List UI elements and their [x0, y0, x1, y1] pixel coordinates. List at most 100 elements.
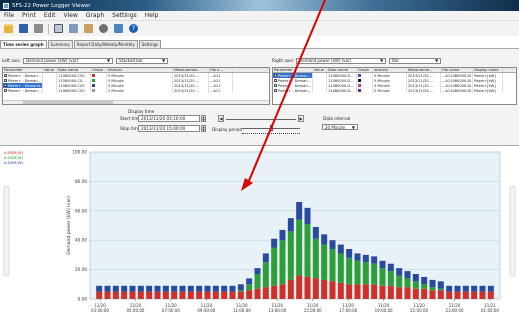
time-slider-track[interactable] — [226, 119, 296, 120]
bar-segment — [254, 288, 261, 299]
col-value[interactable]: Value — [43, 68, 57, 72]
period-slider-thumb[interactable] — [270, 125, 273, 131]
print-icon[interactable] — [33, 23, 44, 34]
menu-help[interactable]: Help — [145, 12, 159, 19]
graph-color-cell[interactable] — [357, 88, 373, 93]
checkbox[interactable] — [274, 89, 277, 92]
start-time-spinner[interactable]: ▲ ▼ — [201, 115, 206, 122]
bar-segment — [421, 284, 428, 289]
start-time-field[interactable]: 2013/11/20 05:10:00 — [138, 115, 200, 122]
col-interval[interactable]: Interval — [373, 68, 407, 72]
table-row[interactable]: Pdem+ : Deman... 11080000.D... 5 Minute 201… — [273, 88, 516, 93]
col-display-name[interactable]: Display name — [473, 68, 503, 72]
bar-segment — [287, 231, 294, 280]
scrollbar-thumb[interactable] — [23, 101, 113, 104]
menu-edit[interactable]: Edit — [44, 12, 56, 19]
tab-time-series-graph[interactable]: Time series graph — [0, 40, 47, 48]
param-cell: Pdem+ : Deman... — [273, 88, 313, 93]
col-parameter[interactable]: Parameter — [3, 68, 43, 72]
col-graph[interactable]: Graph — [357, 68, 373, 72]
bar-segment — [246, 290, 253, 299]
bar-segment — [179, 285, 186, 292]
print-preview-icon[interactable] — [53, 23, 64, 34]
horizontal-scrollbar[interactable] — [3, 100, 269, 104]
col-data-name[interactable]: Data name — [57, 68, 91, 72]
checkbox[interactable] — [274, 74, 277, 77]
left-axis-style-select[interactable]: Stacked bar ▼ — [116, 57, 169, 64]
settings-icon[interactable] — [98, 23, 109, 34]
menu-print[interactable]: Print — [22, 12, 36, 19]
data-interval-select[interactable]: 20 Minute ▼ — [322, 124, 358, 130]
demand-power-chart[interactable]: 0.00 20.00 40.00 60.00 80.00 100.00 Demand pow… — [0, 146, 519, 324]
bar-segment — [404, 287, 411, 299]
color-swatch — [358, 74, 361, 77]
copy-icon[interactable] — [68, 23, 79, 34]
export-icon[interactable] — [113, 23, 124, 34]
col-file-name[interactable]: File n... — [209, 68, 233, 72]
menu-settings[interactable]: Settings — [112, 12, 137, 19]
menu-graph[interactable]: Graph — [86, 12, 104, 19]
col-measurement[interactable]: Measuremen... — [173, 68, 209, 72]
col-data-name[interactable]: Data name — [327, 68, 357, 72]
save-icon[interactable] — [18, 23, 29, 34]
checkbox[interactable] — [274, 84, 277, 87]
stop-time-spinner[interactable]: ▲ ▼ — [201, 125, 206, 132]
tab-summary[interactable]: Summary — [47, 40, 73, 48]
open-folder-icon[interactable] — [3, 23, 14, 34]
tab-report[interactable]: Report Daily/Weekly/Monthly — [73, 40, 138, 48]
menu-file[interactable]: File — [4, 12, 14, 19]
col-graph[interactable]: Graph — [91, 68, 107, 72]
checkbox-checked[interactable]: ✓ — [4, 84, 8, 88]
paste-icon[interactable] — [83, 23, 94, 34]
left-axis-select[interactable]: Demand power [kW] (var) ▼ — [23, 57, 114, 64]
checkbox-checked[interactable]: ✓ — [4, 79, 8, 83]
x-tick-label: 11:00:00 — [233, 308, 251, 313]
menu-view[interactable]: View — [63, 12, 77, 19]
meas-cell: 2013/11/20 ... — [173, 88, 209, 93]
right-axis-style-select[interactable]: Bar ▼ — [389, 57, 442, 64]
y-axis-label: Demand power [kW] (var) — [66, 196, 72, 255]
graph-settings-panel: Left axis: Demand power [kW] (var) ▼ Stac… — [0, 48, 519, 145]
left-axis-style-value: Stacked bar — [119, 58, 143, 63]
stop-time-field[interactable]: 2013/11/20 15:00:00 — [138, 125, 200, 132]
step-forward-button[interactable]: ▶ — [298, 115, 304, 122]
display-time-label: Display time — [128, 109, 155, 114]
bar-segment — [287, 218, 294, 232]
bar-segment — [429, 290, 436, 299]
col-file-name[interactable]: File name — [441, 68, 473, 72]
window-title: SFS-22 Power Logger Viewer — [12, 2, 91, 9]
right-axis-style-value: Bar — [392, 58, 400, 63]
col-parameter[interactable]: Parameter — [273, 68, 313, 72]
help-icon[interactable]: ? — [128, 23, 139, 34]
checkbox[interactable] — [274, 79, 277, 82]
x-tick-label: 03:00:00 — [91, 308, 109, 313]
x-tick-label: 01:00:00 — [481, 308, 499, 313]
bar-segment — [371, 263, 378, 285]
bar-segment — [121, 285, 128, 292]
bar-segment — [171, 285, 178, 292]
checkbox-checked[interactable]: ✓ — [4, 74, 8, 78]
bar-segment — [337, 253, 344, 283]
param-name: Pdem+ : Deman... — [278, 83, 312, 88]
bar-segment — [104, 291, 111, 299]
step-back-button[interactable]: ◀ — [218, 115, 224, 122]
bar-segment — [396, 268, 403, 276]
bar-segment — [321, 244, 328, 280]
col-value[interactable]: Value — [313, 68, 327, 72]
data-cell: 11080000.D... — [327, 88, 357, 93]
x-tick-label: 17:00:00 — [339, 308, 357, 313]
col-interval[interactable]: Interval — [107, 68, 173, 72]
file-cell: ...A11080000.DI — [442, 88, 473, 93]
x-tick-label: 23:00:00 — [446, 308, 464, 313]
col-measurement[interactable]: Measureme... — [407, 68, 441, 72]
bar-segment — [129, 291, 136, 299]
param-cell: Pdem+ : Deman... — [3, 88, 43, 93]
graph-color-cell[interactable] — [91, 88, 107, 93]
tab-settings[interactable]: Settings — [138, 40, 162, 48]
right-axis-select[interactable]: Demand power [kW] (var) ▼ — [296, 57, 387, 64]
bar-segment — [96, 285, 103, 292]
bar-segment — [237, 290, 244, 292]
checkbox[interactable] — [4, 89, 7, 92]
bar-segment — [446, 291, 453, 299]
table-row[interactable]: Pdem+ : Deman... 11080000.CSV 5 Minute 2013… — [3, 88, 269, 93]
